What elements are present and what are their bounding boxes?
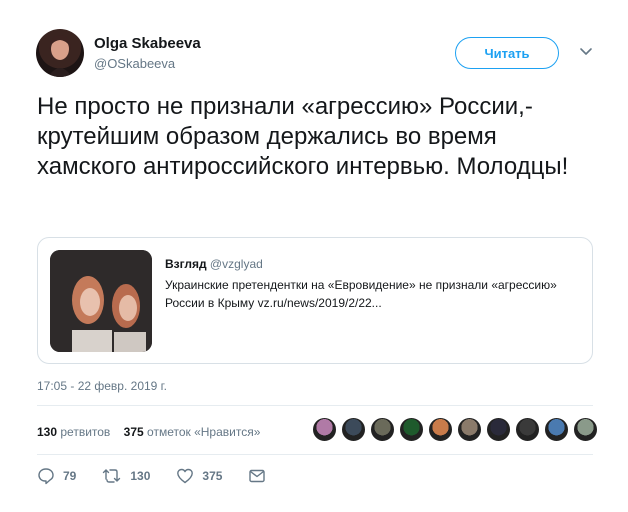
tweet-timestamp[interactable]: 17:05 - 22 февр. 2019 г. (37, 379, 167, 393)
liker-avatar[interactable] (370, 417, 395, 442)
retweet-icon (103, 469, 121, 483)
liker-avatar[interactable] (573, 417, 598, 442)
follow-button[interactable]: Читать (455, 37, 559, 69)
reply-button[interactable]: 79 (37, 467, 76, 485)
liker-facepile (312, 417, 602, 442)
likes-count[interactable]: 375 (124, 425, 144, 439)
reply-count: 79 (63, 469, 77, 483)
tweet-actions: 79 130 375 (37, 467, 300, 485)
likes-label[interactable]: отметок «Нравится» (147, 425, 260, 439)
engagement-stats: 130 ретвитов 375 отметок «Нравится» (37, 425, 260, 439)
author-handle[interactable]: @OSkabeeva (94, 56, 175, 71)
quoted-author-name: Взгляд (165, 257, 207, 271)
liker-avatar[interactable] (457, 417, 482, 442)
liker-avatar[interactable] (341, 417, 366, 442)
retweet-button[interactable]: 130 (102, 467, 150, 485)
liker-avatar[interactable] (428, 417, 453, 442)
retweet-count: 130 (130, 469, 151, 483)
quoted-tweet[interactable]: Взгляд @vzglyad Украинские претендентки … (37, 237, 593, 364)
tweet-text: Не просто не признали «агрессию» России,… (37, 93, 569, 180)
divider (37, 405, 593, 406)
liker-avatar[interactable] (486, 417, 511, 442)
author-avatar[interactable] (36, 29, 84, 77)
like-button[interactable]: 375 (176, 467, 222, 485)
reply-icon (38, 468, 54, 485)
liker-avatar[interactable] (399, 417, 424, 442)
chevron-down-icon[interactable] (578, 43, 594, 59)
liker-avatar[interactable] (544, 417, 569, 442)
quoted-tweet-image (50, 250, 152, 352)
heart-icon (177, 468, 194, 484)
like-count: 375 (202, 469, 223, 483)
quoted-tweet-text: Украинские претендентки на «Евровидение»… (165, 278, 557, 310)
quoted-author-handle: @vzglyad (209, 257, 263, 271)
retweets-label[interactable]: ретвитов (60, 425, 110, 439)
direct-message-button[interactable] (248, 467, 274, 485)
envelope-icon (249, 469, 266, 483)
divider (37, 454, 593, 455)
author-name[interactable]: Olga Skabeeva (94, 35, 201, 52)
retweets-count[interactable]: 130 (37, 425, 57, 439)
liker-avatar[interactable] (515, 417, 540, 442)
liker-avatar[interactable] (312, 417, 337, 442)
